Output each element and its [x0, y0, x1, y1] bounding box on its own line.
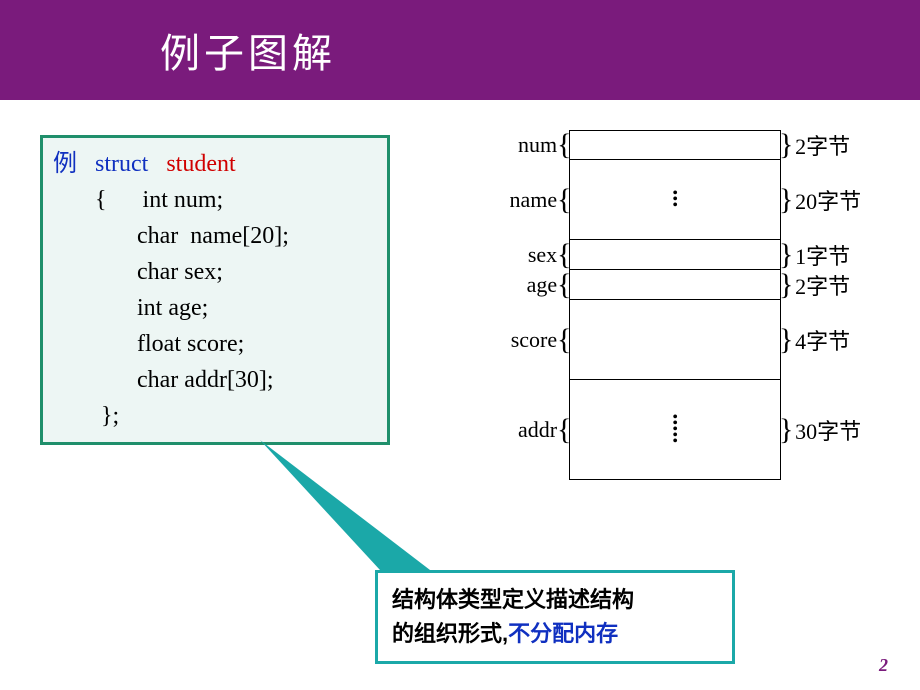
memory-row: addr{ •••••}30字节	[500, 380, 870, 480]
brace-right-icon: }	[781, 380, 791, 480]
memory-row: name{ •••}20字节	[500, 160, 870, 240]
brace-left-icon: {	[559, 240, 569, 270]
memory-field-label: score	[500, 300, 559, 380]
memory-size-label: 30字节	[791, 380, 870, 480]
memory-size-label: 2字节	[791, 270, 870, 300]
memory-row: sex{}1字节	[500, 240, 870, 270]
memory-row: age{}2字节	[500, 270, 870, 300]
brace-left-icon: {	[559, 380, 569, 480]
slide-title: 例子图解	[160, 21, 336, 79]
memory-size-label: 1字节	[791, 240, 870, 270]
title-bar: 例子图解	[0, 0, 920, 100]
memory-size-label: 4字节	[791, 300, 870, 380]
code-content: 例 struct student { int num; char name[20…	[53, 146, 377, 434]
ellipsis-icon: •••	[672, 191, 678, 209]
brace-right-icon: }	[781, 300, 791, 380]
code-brace-open: {	[95, 187, 107, 213]
page-number: 2	[879, 655, 888, 676]
ellipsis-icon: •••••	[672, 415, 678, 445]
memory-cell	[569, 240, 781, 270]
memory-size-label: 2字节	[791, 130, 870, 160]
keyword-student: student	[166, 151, 235, 177]
brace-left-icon: {	[559, 270, 569, 300]
code-line-4: int age;	[137, 295, 208, 321]
callout-highlight: 不分配内存	[508, 621, 618, 646]
memory-cell	[569, 270, 781, 300]
code-line-3: char sex;	[137, 259, 223, 285]
memory-cell	[569, 130, 781, 160]
code-line-6: char addr[30];	[137, 367, 274, 393]
memory-row: num{}2字节	[500, 130, 870, 160]
callout-line-1: 结构体类型定义描述结构	[392, 583, 718, 617]
memory-cell: •••	[569, 160, 781, 240]
brace-right-icon: }	[781, 160, 791, 240]
code-label-example: 例	[53, 151, 77, 177]
brace-right-icon: }	[781, 240, 791, 270]
keyword-struct: struct	[95, 151, 148, 177]
slide: 例子图解 例 struct student { int num; char na…	[0, 0, 920, 690]
brace-left-icon: {	[559, 130, 569, 160]
memory-field-label: age	[500, 270, 559, 300]
memory-field-label: sex	[500, 240, 559, 270]
callout-box: 结构体类型定义描述结构 的组织形式,不分配内存	[375, 570, 735, 664]
brace-right-icon: }	[781, 270, 791, 300]
memory-cell: •••••	[569, 380, 781, 480]
code-box: 例 struct student { int num; char name[20…	[40, 135, 390, 445]
memory-field-label: name	[500, 160, 559, 240]
memory-diagram: num{}2字节name{•••}20字节sex{}1字节age{}2字节sco…	[500, 130, 870, 480]
memory-size-label: 20字节	[791, 160, 870, 240]
callout-line-2: 的组织形式,不分配内存	[392, 617, 718, 651]
memory-cell	[569, 300, 781, 380]
code-line-5: float score;	[137, 331, 244, 357]
memory-row: score{}4字节	[500, 300, 870, 380]
brace-left-icon: {	[559, 300, 569, 380]
code-brace-close: };	[101, 403, 119, 429]
brace-right-icon: }	[781, 130, 791, 160]
brace-left-icon: {	[559, 160, 569, 240]
memory-field-label: addr	[500, 380, 559, 480]
memory-field-label: num	[500, 130, 559, 160]
code-line-1: int num;	[143, 187, 224, 213]
code-line-2: char name[20];	[137, 223, 289, 249]
